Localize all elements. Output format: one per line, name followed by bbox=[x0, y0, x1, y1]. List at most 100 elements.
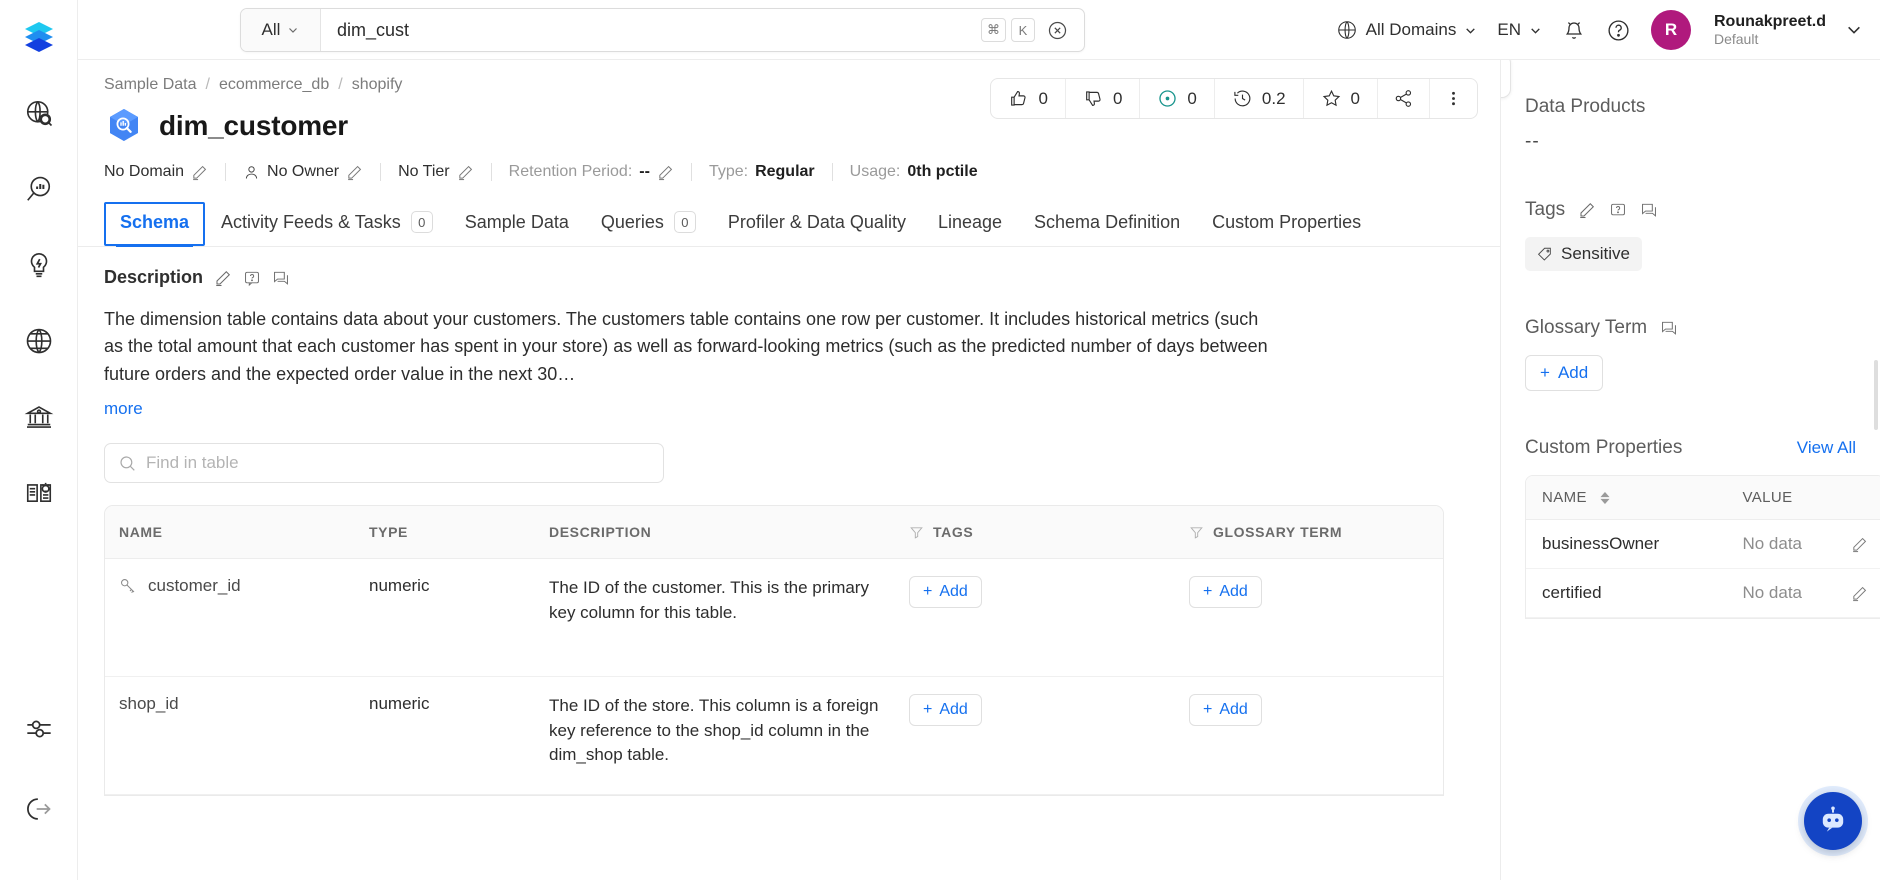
chevron-down-icon[interactable] bbox=[1846, 22, 1862, 38]
filter-tags-icon[interactable] bbox=[909, 525, 924, 540]
sliders-icon[interactable] bbox=[20, 710, 58, 748]
tag-label: Sensitive bbox=[1561, 244, 1630, 264]
view-all-link[interactable]: View All bbox=[1797, 438, 1856, 458]
user-menu[interactable]: Rounakpreet.d Default bbox=[1714, 13, 1826, 47]
add-glossary-button[interactable]: + Add bbox=[1189, 694, 1262, 726]
edit-owner-pencil-icon[interactable] bbox=[346, 164, 363, 181]
cp-head: NAME VALUE bbox=[1526, 476, 1880, 520]
panel-scrollbar[interactable] bbox=[1874, 360, 1878, 430]
collapse-panel-button[interactable]: <> bbox=[1500, 60, 1511, 98]
globe-icon[interactable] bbox=[20, 322, 58, 360]
page: Sample Data / ecommerce_db / shopify 0 bbox=[78, 60, 1880, 880]
edit-description-pencil-icon[interactable] bbox=[214, 269, 232, 287]
comment-description-icon[interactable] bbox=[272, 269, 290, 287]
globe-search-icon[interactable] bbox=[20, 94, 58, 132]
breadcrumb-item-1[interactable]: ecommerce_db bbox=[219, 76, 329, 94]
tab-queries[interactable]: Queries 0 bbox=[585, 201, 712, 246]
followers-count: 0 bbox=[1187, 89, 1196, 109]
request-description-icon[interactable] bbox=[243, 269, 261, 287]
cp-th-name-label: NAME bbox=[1542, 489, 1587, 506]
avatar[interactable]: R bbox=[1651, 10, 1691, 50]
search-input[interactable]: dim_cust ⌘ K bbox=[321, 9, 1084, 51]
request-tags-icon[interactable] bbox=[1609, 201, 1627, 219]
table-row[interactable]: shop_id numeric The ID of the store. Thi… bbox=[105, 677, 1444, 795]
notifications-bell-icon[interactable] bbox=[1562, 18, 1586, 42]
thumbs-down-button[interactable]: 0 bbox=[1066, 79, 1140, 118]
bank-icon[interactable] bbox=[20, 398, 58, 436]
edit-tags-pencil-icon[interactable] bbox=[1578, 201, 1596, 219]
target-icon bbox=[1157, 88, 1178, 109]
tab-activity-feeds-tasks[interactable]: Activity Feeds & Tasks 0 bbox=[205, 201, 449, 246]
comment-glossary-icon[interactable] bbox=[1660, 319, 1678, 337]
app-logo[interactable] bbox=[0, 0, 77, 72]
language-selector[interactable]: EN bbox=[1497, 20, 1542, 40]
table-row[interactable]: certified No data bbox=[1526, 569, 1880, 618]
filter-glossary-icon[interactable] bbox=[1189, 525, 1204, 540]
cp-body: businessOwner No data bbox=[1526, 520, 1880, 618]
language-label: EN bbox=[1497, 20, 1521, 40]
sort-icon[interactable] bbox=[1599, 491, 1611, 505]
search-scope-dropdown[interactable]: All bbox=[241, 9, 321, 51]
edit-domain-pencil-icon[interactable] bbox=[191, 164, 208, 181]
bigquery-icon bbox=[104, 106, 144, 146]
thumbs-up-button[interactable]: 0 bbox=[991, 79, 1065, 118]
clear-search-icon[interactable] bbox=[1047, 20, 1068, 41]
cp-cell-name: certified bbox=[1526, 569, 1726, 618]
divider bbox=[225, 163, 226, 181]
help-icon[interactable] bbox=[1606, 18, 1631, 43]
tab-schema[interactable]: Schema bbox=[104, 202, 205, 246]
schema-table-head: NAME TYPE DESCRIPTION TAGS bbox=[105, 506, 1444, 559]
th-glossary-label: GLOSSARY TERM bbox=[1213, 524, 1342, 540]
magnifier-chart-icon[interactable] bbox=[20, 170, 58, 208]
chat-bot-button[interactable] bbox=[1804, 792, 1862, 850]
tab-schema-definition[interactable]: Schema Definition bbox=[1018, 202, 1196, 246]
breadcrumb-item-2[interactable]: shopify bbox=[352, 76, 403, 94]
book-idea-icon[interactable] bbox=[20, 474, 58, 512]
tab-sample-data[interactable]: Sample Data bbox=[449, 202, 585, 246]
page-title: dim_customer bbox=[159, 110, 348, 142]
logout-icon[interactable] bbox=[20, 790, 58, 828]
divider bbox=[491, 163, 492, 181]
cp-cell-name: businessOwner bbox=[1526, 520, 1726, 569]
table-row[interactable]: businessOwner No data bbox=[1526, 520, 1880, 569]
followers-button[interactable]: 0 bbox=[1140, 79, 1214, 118]
share-button[interactable] bbox=[1378, 79, 1430, 118]
custom-properties-section: Custom Properties View All NAME bbox=[1525, 437, 1856, 619]
tab-lineage[interactable]: Lineage bbox=[922, 202, 1018, 246]
tab-profiler-data-quality[interactable]: Profiler & Data Quality bbox=[712, 202, 922, 246]
edit-custom-property-pencil-icon[interactable] bbox=[1851, 585, 1868, 602]
edit-tier-pencil-icon[interactable] bbox=[457, 164, 474, 181]
star-button[interactable]: 0 bbox=[1304, 79, 1378, 118]
kbd-cmd: ⌘ bbox=[981, 18, 1006, 42]
tag-chip[interactable]: Sensitive bbox=[1525, 237, 1642, 271]
add-tag-button[interactable]: + Add bbox=[909, 576, 982, 608]
comment-tags-icon[interactable] bbox=[1640, 201, 1658, 219]
thumbs-down-icon bbox=[1083, 88, 1104, 109]
description-more-link[interactable]: more bbox=[104, 399, 143, 419]
add-glossary-term-button[interactable]: + Add bbox=[1525, 355, 1603, 391]
version-button[interactable]: 0.2 bbox=[1215, 79, 1304, 118]
domain-selector[interactable]: All Domains bbox=[1336, 19, 1478, 41]
thumbs-up-count: 0 bbox=[1038, 89, 1047, 109]
find-in-table-box[interactable] bbox=[104, 443, 664, 483]
add-glossary-button[interactable]: + Add bbox=[1189, 576, 1262, 608]
edit-custom-property-pencil-icon[interactable] bbox=[1851, 536, 1868, 553]
more-options-button[interactable] bbox=[1430, 79, 1477, 118]
breadcrumb-item-0[interactable]: Sample Data bbox=[104, 76, 197, 94]
custom-properties-title: Custom Properties bbox=[1525, 437, 1682, 459]
user-icon bbox=[243, 164, 260, 181]
tags-header: Tags bbox=[1525, 199, 1856, 221]
divider bbox=[691, 163, 692, 181]
lightbulb-icon[interactable] bbox=[20, 246, 58, 284]
tab-custom-properties[interactable]: Custom Properties bbox=[1196, 202, 1377, 246]
find-in-table-input[interactable] bbox=[146, 453, 650, 473]
edit-retention-pencil-icon[interactable] bbox=[657, 164, 674, 181]
add-tag-button[interactable]: + Add bbox=[909, 694, 982, 726]
table-row[interactable]: customer_id numeric The ID of the custom… bbox=[105, 559, 1444, 677]
add-label: Add bbox=[1558, 363, 1588, 383]
user-subtitle: Default bbox=[1714, 31, 1826, 47]
glossary-term-section: Glossary Term + Add bbox=[1525, 317, 1856, 391]
cp-value-text: No data bbox=[1742, 534, 1802, 554]
global-search-bar[interactable]: All dim_cust ⌘ K bbox=[240, 8, 1085, 52]
description-text: The dimension table contains data about … bbox=[104, 306, 1274, 388]
